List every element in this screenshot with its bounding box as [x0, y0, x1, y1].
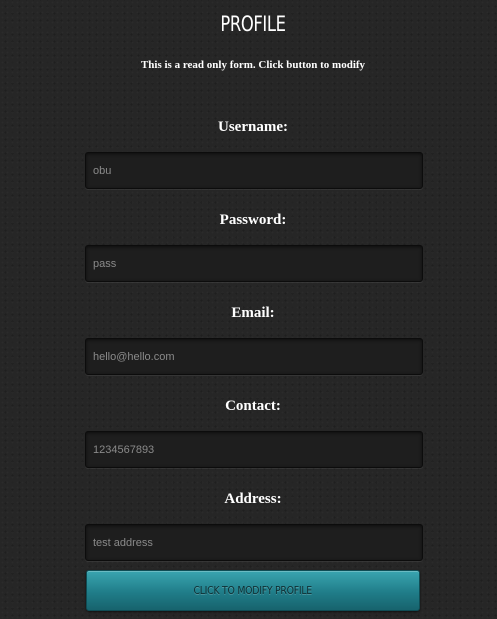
address-field[interactable]: [85, 524, 423, 561]
page-subtitle: This is a read only form. Click button t…: [140, 59, 366, 71]
email-field[interactable]: [85, 338, 423, 375]
username-label: Username:: [218, 119, 288, 135]
contact-label: Contact:: [225, 398, 281, 414]
page-title: PROFILE: [220, 12, 286, 36]
modify-profile-button-label: CLICK TO MODIFY PROFILE: [193, 584, 313, 597]
password-label: Password:: [219, 212, 287, 228]
modify-profile-button[interactable]: CLICK TO MODIFY PROFILE: [86, 570, 420, 611]
email-label: Email:: [231, 305, 275, 321]
address-label: Address:: [224, 491, 282, 507]
password-field[interactable]: [85, 245, 423, 282]
username-field[interactable]: [85, 152, 423, 189]
contact-field[interactable]: [85, 431, 423, 468]
